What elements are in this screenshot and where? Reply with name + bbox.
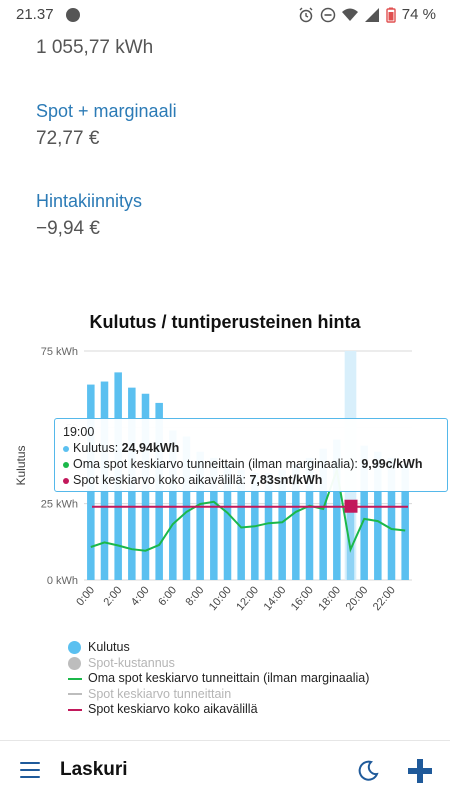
legend-item[interactable]: Spot keskiarvo tunneittain	[68, 687, 369, 703]
legend-item[interactable]: Spot keskiarvo koko aikavälillä	[68, 702, 369, 718]
legend-swatch-icon	[68, 677, 82, 680]
moon-icon[interactable]	[356, 759, 380, 783]
tooltip-value: 9,99c/kWh	[361, 457, 423, 471]
y-tick-label: 75 kWh	[41, 346, 78, 358]
legend-label: Spot keskiarvo tunneittain	[88, 686, 232, 701]
tooltip-time: 19:00	[63, 425, 95, 439]
app-title: Laskuri	[60, 759, 128, 780]
y-tick-label: 0 kWh	[47, 575, 78, 587]
x-tick-label: 8:00	[184, 584, 207, 608]
legend-item[interactable]: Spot-kustannus	[68, 656, 369, 672]
highlight-marker	[344, 499, 358, 513]
tooltip-row-own-spot: Oma spot keskiarvo tunneittain (ilman ma…	[63, 456, 439, 472]
price-fixing-label: Hintakiinnitys	[36, 191, 143, 211]
x-tick-label: 18:00	[316, 584, 343, 613]
own-spot-bullet-icon	[63, 461, 69, 468]
x-tick-label: 14:00	[262, 584, 289, 613]
tooltip-label: Kulutus:	[73, 441, 122, 455]
chart-legend: Kulutus Spot-kustannus Oma spot keskiarvo …	[68, 640, 369, 718]
legend-swatch-icon	[68, 641, 81, 655]
y-axis-label: Kulutus	[14, 445, 28, 485]
tooltip-value: 7,83snt/kWh	[249, 473, 323, 487]
x-tick-label: 20:00	[344, 584, 371, 613]
battery-percent: 74 %	[401, 6, 436, 23]
legend-swatch-icon	[68, 708, 82, 711]
x-tick-label: 10:00	[207, 584, 234, 613]
x-tick-label: 2:00	[102, 584, 125, 608]
x-tick-label: 12:00	[234, 584, 261, 613]
tooltip-label: Oma spot keskiarvo tunneittain (ilman ma…	[73, 457, 362, 471]
notification-dot-icon	[66, 8, 80, 22]
battery-icon	[386, 7, 396, 23]
chart-tooltip: 19:00 Kulutus: 24,94kWh Oma spot keskiar…	[54, 418, 448, 492]
spot-margin-value: 72,77 €	[36, 128, 100, 149]
signal-icon	[364, 7, 379, 22]
legend-label: Oma spot keskiarvo tunneittain (ilman ma…	[88, 671, 370, 685]
legend-item[interactable]: Kulutus	[68, 640, 369, 656]
hamburger-menu-icon[interactable]	[20, 762, 40, 778]
spot-average-bullet-icon	[63, 477, 69, 484]
consumption-bullet-icon	[63, 445, 69, 452]
alarm-icon	[299, 7, 313, 22]
legend-swatch-icon	[68, 693, 82, 696]
tooltip-label: Spot keskiarvo koko aikavälillä:	[73, 473, 250, 487]
legend-label: Spot-kustannus	[88, 655, 175, 670]
tooltip-row-spot-average: Spot keskiarvo koko aikavälillä: 7,83snt…	[63, 472, 439, 488]
legend-item[interactable]: Oma spot keskiarvo tunneittain (ilman ma…	[68, 671, 369, 687]
x-tick-label: 16:00	[289, 584, 316, 613]
y-tick-label: 25 kWh	[41, 499, 78, 511]
legend-label: Spot keskiarvo koko aikavälillä	[88, 702, 258, 716]
x-tick-label: 4:00	[129, 584, 152, 608]
bottom-app-bar: Laskuri	[0, 740, 450, 801]
tooltip-row-consumption: Kulutus: 24,94kWh	[63, 440, 439, 456]
legend-label: Kulutus	[88, 640, 130, 654]
status-bar: 21.37 74 %	[0, 0, 450, 30]
consumption-value: 1 055,77 kWh	[36, 37, 154, 58]
x-tick-label: 0:00	[74, 584, 97, 608]
legend-swatch-icon	[68, 656, 81, 670]
x-tick-label: 22:00	[371, 584, 398, 613]
wifi-icon	[341, 8, 358, 21]
plus-icon[interactable]	[406, 757, 434, 785]
status-time: 21.37	[16, 6, 54, 23]
spot-margin-label: Spot + marginaali	[36, 101, 177, 121]
status-icons: 74 %	[298, 6, 436, 23]
chart-title: Kulutus / tuntiperusteinen hinta	[89, 312, 361, 332]
price-fixing-value: −9,94 €	[36, 218, 100, 239]
do-not-disturb-icon	[320, 7, 336, 22]
tooltip-value: 24,94kWh	[121, 441, 180, 455]
x-tick-label: 6:00	[156, 584, 179, 608]
